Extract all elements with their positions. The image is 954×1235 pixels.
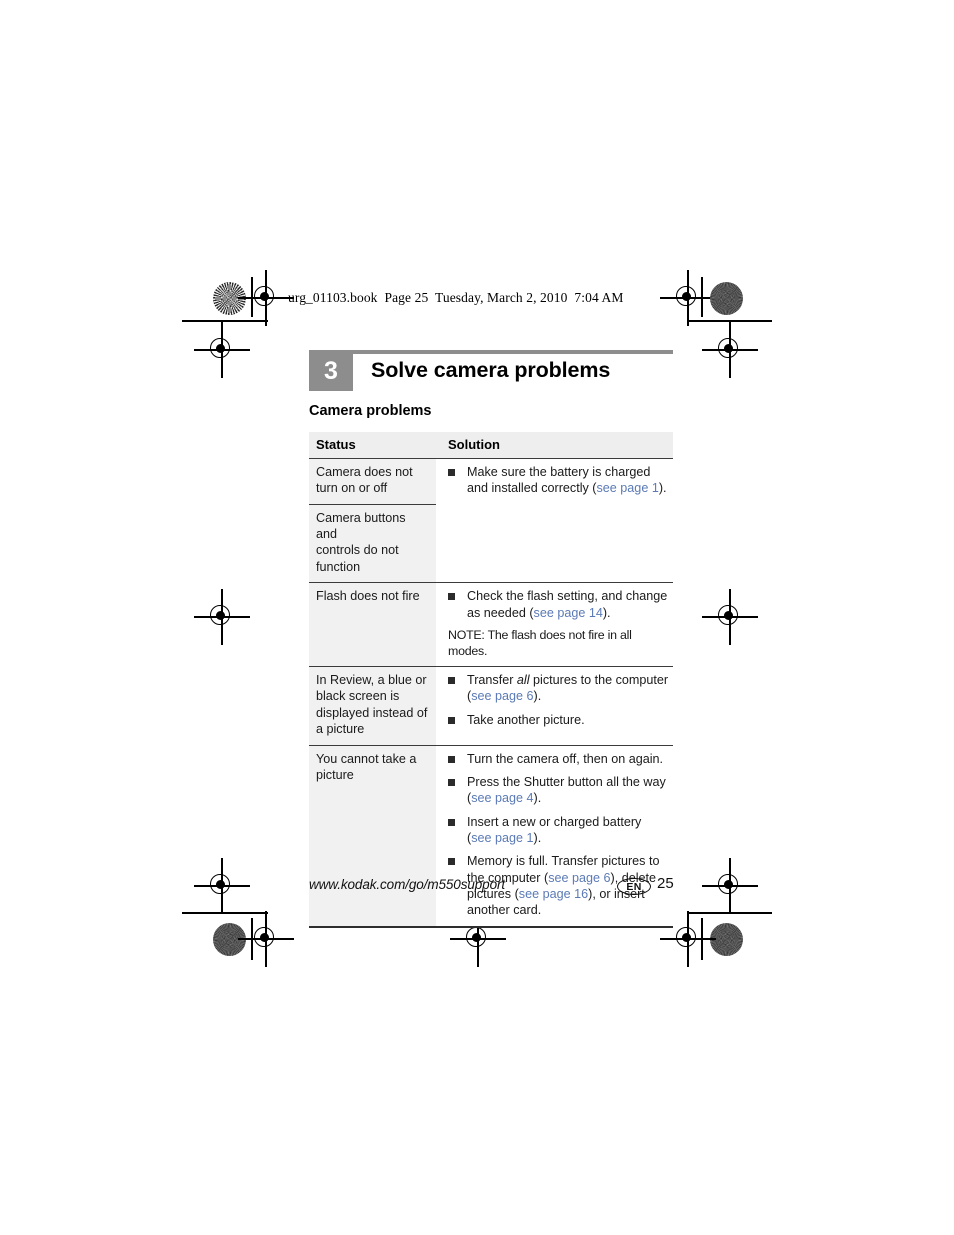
- section-heading: Camera problems: [309, 403, 432, 419]
- bullet-square-icon: [448, 593, 455, 601]
- list-item: Insert a new or charged battery (see pag…: [448, 814, 669, 847]
- table-row: Camera does not turn on or off Make sure …: [309, 458, 673, 583]
- solution-cell-flash: Check the flash setting, and change as n…: [436, 582, 673, 667]
- table-row: In Review, a blue or black screen is displ…: [309, 666, 673, 746]
- page-title: Solve camera problems: [371, 358, 611, 382]
- status-cell-cannot-take-picture: You cannot take a picture: [309, 744, 436, 928]
- list-item: Make sure the battery is charged and ins…: [448, 464, 669, 497]
- table-row: You cannot take a picture Turn the camera…: [309, 744, 673, 928]
- list-item: Take another picture.: [448, 712, 669, 728]
- link-see-page-1[interactable]: see page 1: [471, 831, 533, 845]
- bullet-square-icon: [448, 858, 455, 866]
- registration-mark-right-upper: [702, 322, 758, 378]
- camera-problems-table: Status Solution Camera does not turn on o…: [309, 432, 673, 928]
- emphasis-all: all: [516, 673, 530, 688]
- registration-mark-right-lower: [702, 858, 758, 914]
- status-cell-camera-does-not-turn-on: Camera does not turn on or off: [309, 458, 436, 505]
- registration-mark-left-lower: [194, 858, 250, 914]
- list-item: Check the flash setting, and change as n…: [448, 588, 669, 621]
- bullet-square-icon: [448, 778, 455, 786]
- document-header-line: urg_01103.book Page 25 Tuesday, March 2,…: [288, 290, 624, 305]
- link-see-page-6[interactable]: see page 6: [548, 871, 610, 885]
- page-number: 25: [657, 875, 674, 892]
- list-item: Turn the camera off, then on again.: [448, 751, 669, 767]
- registration-mark-bottom-left: [238, 911, 294, 967]
- solution-bullet-list: Check the flash setting, and change as n…: [448, 588, 669, 621]
- list-item: Press the Shutter button all the way (se…: [448, 774, 669, 807]
- solution-cell-cannot-take-picture: Turn the camera off, then on again. Pres…: [436, 744, 673, 928]
- status-cell-camera-buttons-do-not-function: Camera buttons and controls do not functi…: [309, 503, 436, 583]
- chapter-header-rule: [309, 350, 673, 354]
- column-header-solution: Solution: [436, 432, 673, 459]
- solution-bullet-list: Transfer all pictures to the computer (s…: [448, 672, 669, 728]
- registration-mark-top-left: [238, 270, 294, 326]
- bullet-square-icon: [448, 716, 455, 724]
- list-item: Transfer all pictures to the computer (s…: [448, 672, 669, 705]
- link-see-page-16[interactable]: see page 16: [519, 887, 588, 901]
- link-see-page-6[interactable]: see page 6: [471, 689, 533, 703]
- registration-dense-target-top-right: [710, 282, 743, 315]
- bullet-square-icon: [448, 818, 455, 826]
- registration-mark-right-middle: [702, 589, 758, 645]
- status-cell-flash-does-not-fire: Flash does not fire: [309, 582, 436, 667]
- link-see-page-14[interactable]: see page 14: [534, 606, 603, 620]
- language-badge: EN: [617, 878, 651, 895]
- bullet-square-icon: [448, 469, 455, 476]
- table-row: Flash does not fire Check the flash sett…: [309, 582, 673, 667]
- bullet-square-icon: [448, 755, 455, 763]
- footer-support-url[interactable]: www.kodak.com/go/m550support: [309, 877, 505, 892]
- chapter-number-badge: 3: [309, 352, 353, 391]
- bullet-square-icon: [448, 677, 455, 685]
- status-cell-review-blank-screen: In Review, a blue or black screen is displ…: [309, 666, 436, 746]
- registration-mark-left-middle: [194, 589, 250, 645]
- registration-mark-top-right: [660, 270, 716, 326]
- registration-mark-left-upper: [194, 322, 250, 378]
- column-header-status: Status: [309, 432, 436, 459]
- link-see-page-4[interactable]: see page 4: [471, 791, 533, 805]
- solution-cell-review-blank-screen: Transfer all pictures to the computer (s…: [436, 666, 673, 746]
- solution-cell-power: Make sure the battery is charged and ins…: [436, 458, 673, 583]
- note-flash-modes: NOTE: The flash does not fire in all mod…: [448, 627, 632, 658]
- solution-bullet-list: Make sure the battery is charged and ins…: [448, 464, 669, 497]
- table-header-row: Status Solution: [309, 432, 673, 459]
- link-see-page-1[interactable]: see page 1: [597, 481, 659, 495]
